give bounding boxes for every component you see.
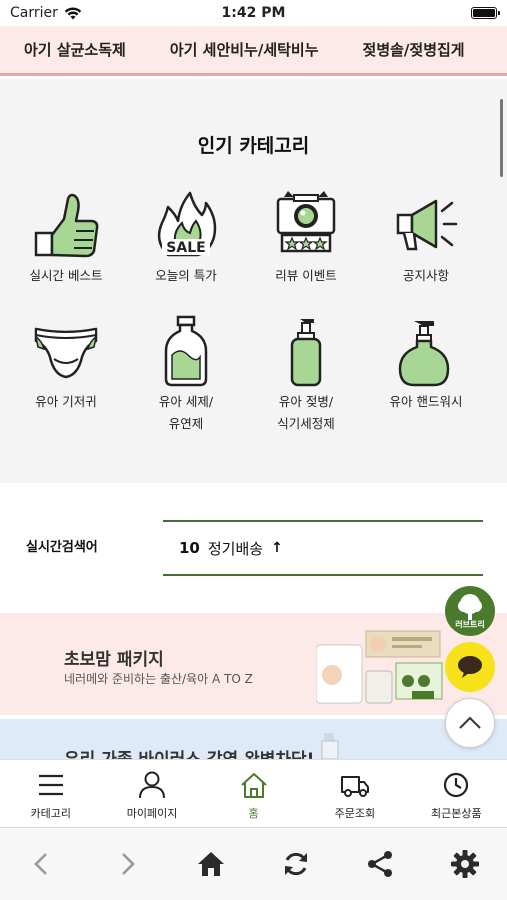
category-item-diaper[interactable]: 유아 기저귀 [6,315,126,441]
tab-label: 주문조회 [334,807,376,820]
handwash-icon [398,321,450,387]
sale-flame-icon: SALE [157,191,217,257]
home-icon [198,852,225,876]
settings-button[interactable] [423,828,507,900]
refresh-icon [284,852,307,876]
category-item-review-event[interactable]: 리뷰 이벤트 [246,189,366,315]
tab-label: 최근본상품 [431,807,482,820]
home-outline-icon [240,773,267,798]
popular-categories-title: 인기 카테고리 [197,135,310,157]
category-item-bottle-cleanser[interactable]: 유아 젖병/ 식기세정제 [246,315,366,441]
banner-title: 우리 가족 바이러스 감염 완벽차단! [64,745,314,759]
hamburger-icon [38,774,63,796]
category-item-todays-deal[interactable]: SALE 오늘의 특가 [126,189,246,315]
scroll-top-button[interactable] [445,698,495,748]
diaper-icon [34,327,98,379]
bottom-tab-bar: 카테고리 마이페이지 홈 주문조회 최근본상품 [0,759,507,827]
category-item-label: 유아 세제/ 유연제 [158,394,214,431]
chevron-up-icon [459,716,481,729]
lovetree-button[interactable]: 러브트리 [445,586,495,636]
category-item-label: 유아 핸드워시 [389,394,463,409]
truck-icon [340,776,369,797]
share-icon [368,851,393,877]
tab-home[interactable]: 홈 [203,760,304,827]
status-bar: Carrier 1:42 PM [0,0,507,26]
category-grid: 실시간 베스트 SALE 오늘의 특가 리뷰 이벤트 공지사항 유아 기저귀 유… [6,189,486,441]
category-item-label: 오늘의 특가 [155,268,217,283]
refresh-button[interactable] [254,828,339,900]
tab-mypage[interactable]: 마이페이지 [101,760,202,827]
forward-button[interactable] [85,828,170,900]
banner-product-image [316,630,443,704]
tab-label: 홈 [248,807,259,820]
category-item-label: 유아 젖병/ 식기세정제 [277,394,335,431]
detergent-bottle-icon [164,315,208,387]
tab-recent-products[interactable]: 최근본상품 [406,760,507,827]
realtime-search-ticker[interactable]: 10 정기배송 ↑ [163,520,483,576]
share-button[interactable] [338,828,423,900]
category-item-realtime-best[interactable]: 실시간 베스트 [6,189,126,315]
megaphone-icon [396,199,458,251]
search-keyword: 정기배송 [207,539,264,558]
back-button[interactable] [0,828,85,900]
banner-subtitle: 네러메와 준비하는 출산/육아 A TO Z [64,672,253,686]
realtime-search-label: 실시간검색어 [26,540,98,555]
category-item-label: 실시간 베스트 [29,268,103,283]
tab-category[interactable]: 카테고리 [0,760,101,827]
carrier-label: Carrier [10,5,58,21]
category-item-notice[interactable]: 공지사항 [366,189,486,315]
lovetree-label: 러브트리 [455,619,485,629]
home-button[interactable] [169,828,254,900]
clock-icon [444,772,469,798]
realtime-search-section: 실시간검색어 10 정기배송 ↑ [0,483,507,613]
banner-newborn-package[interactable]: 초보맘 패키지 네러메와 준비하는 출산/육아 A TO Z [0,613,507,715]
sale-badge-text: SALE [166,240,205,256]
settings-icon [450,850,479,878]
forward-icon [121,853,135,875]
category-item-label: 리뷰 이벤트 [275,268,337,283]
kakao-chat-button[interactable] [445,642,495,692]
banner-product-image [321,733,339,759]
banner-virus-protection[interactable]: 우리 가족 바이러스 감염 완벽차단! [0,719,507,759]
category-item-label: 공지사항 [402,268,449,283]
category-item-detergent[interactable]: 유아 세제/ 유연제 [126,315,246,441]
browser-toolbar [0,827,507,900]
search-rank: 10 [179,539,200,557]
chat-bubble-icon [458,656,482,678]
tab-label: 마이페이지 [126,807,178,820]
category-strip: 아기 살균소독제 아기 세안비누/세탁비누 젖병솔/젖병집게 [0,26,507,76]
category-item-handwash[interactable]: 유아 핸드워시 [366,315,486,441]
battery-icon [470,7,500,19]
tab-label: 카테고리 [30,807,71,820]
banner-title: 초보맘 패키지 [64,650,164,670]
person-icon [139,771,166,799]
pump-bottle-icon [290,319,322,387]
wifi-icon [64,7,82,19]
camera-stars-icon [276,191,336,253]
tab-order-lookup[interactable]: 주문조회 [304,760,405,827]
category-strip-item[interactable]: 아기 살균소독제 [0,39,148,60]
trend-up-icon: ↑ [271,540,283,556]
popular-categories-section: 인기 카테고리 실시간 베스트 SALE 오늘의 특가 리뷰 이벤트 공지사항 … [0,79,507,483]
category-strip-item[interactable]: 아기 세안비누/세탁비누 [148,39,341,60]
back-icon [34,853,48,875]
tree-icon [458,593,482,620]
category-strip-item[interactable]: 젖병솔/젖병집게 [341,39,487,60]
category-item-label: 유아 기저귀 [35,394,97,409]
thumbs-up-icon [34,193,99,258]
status-time: 1:42 PM [221,5,286,21]
